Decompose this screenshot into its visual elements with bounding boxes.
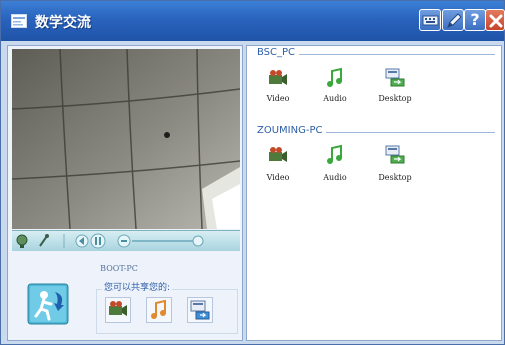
remote-item-label[interactable]: Video bbox=[258, 94, 298, 103]
remote-item-label[interactable]: Audio bbox=[315, 94, 355, 103]
share-label: 您可以共享您的: bbox=[102, 280, 173, 293]
help-icon: ? bbox=[470, 10, 480, 29]
close-button[interactable] bbox=[485, 9, 505, 31]
local-pc-name: BOOT-PC bbox=[100, 264, 138, 273]
desktop-share-icon[interactable] bbox=[384, 67, 406, 89]
desktop-share-icon bbox=[190, 300, 210, 320]
share-video-button[interactable] bbox=[105, 297, 131, 323]
microphone-icon[interactable] bbox=[39, 234, 49, 247]
app-window: 数学交流 ? BOOT-PC 您可以共享您的: BSC_PC Video Aud… bbox=[0, 0, 505, 345]
remote-item-label[interactable]: Video bbox=[258, 173, 298, 182]
video-preview bbox=[12, 49, 240, 229]
remote-panel bbox=[246, 45, 502, 341]
pause-button[interactable] bbox=[90, 233, 106, 249]
group-title: BSC_PC bbox=[257, 47, 300, 58]
share-audio-button[interactable] bbox=[146, 297, 172, 323]
window-title: 数学交流 bbox=[35, 15, 91, 31]
volume-slider[interactable] bbox=[117, 234, 204, 248]
media-controls bbox=[12, 230, 240, 251]
music-note-icon[interactable] bbox=[324, 67, 346, 89]
remote-item-label[interactable]: Audio bbox=[315, 173, 355, 182]
group-title: ZOUMING-PC bbox=[257, 125, 327, 136]
user-avatar-icon[interactable] bbox=[27, 283, 69, 325]
previous-button[interactable] bbox=[75, 234, 89, 248]
video-camera-icon bbox=[109, 301, 127, 316]
video-camera-icon[interactable] bbox=[267, 67, 289, 89]
share-desktop-button[interactable] bbox=[187, 297, 213, 323]
video-camera-icon[interactable] bbox=[267, 144, 289, 166]
remote-item-label[interactable]: Desktop bbox=[375, 173, 415, 182]
window-icon bbox=[11, 14, 27, 28]
close-icon bbox=[489, 14, 503, 28]
pen-icon bbox=[447, 13, 462, 28]
help-button[interactable]: ? bbox=[464, 9, 486, 31]
pen-button[interactable] bbox=[442, 9, 464, 31]
music-note-icon bbox=[151, 299, 166, 319]
title-bar: 数学交流 ? bbox=[1, 1, 505, 41]
keyboard-icon bbox=[422, 15, 439, 26]
desktop-share-icon[interactable] bbox=[384, 144, 406, 166]
remote-item-label[interactable]: Desktop bbox=[375, 94, 415, 103]
keyboard-button[interactable] bbox=[419, 9, 441, 31]
webcam-icon[interactable] bbox=[16, 234, 28, 248]
music-note-icon[interactable] bbox=[324, 144, 346, 166]
